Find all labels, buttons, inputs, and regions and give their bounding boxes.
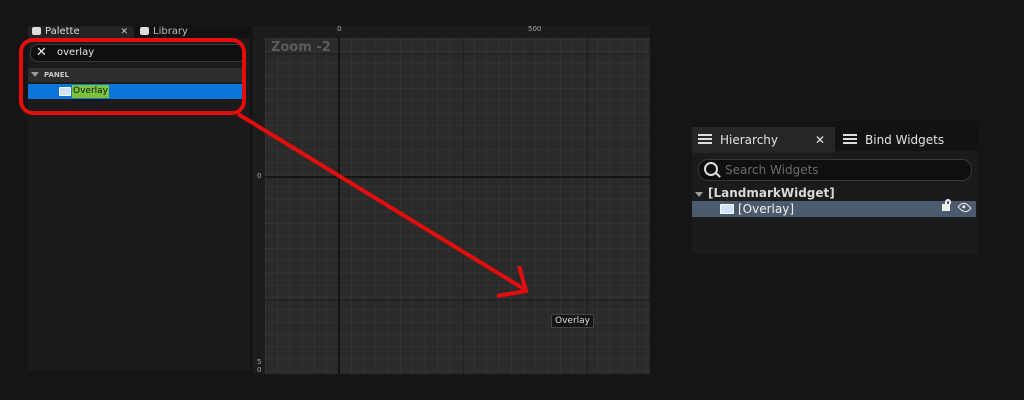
tab-hierarchy-label: Hierarchy [720,133,779,147]
tree-root-label: [LandmarkWidget] [708,186,835,200]
hierarchy-icon [698,134,712,145]
bind-widgets-icon [843,134,857,145]
hierarchy-search[interactable] [698,159,972,181]
hierarchy-tab-bar: Hierarchy ✕ Bind Widgets [692,121,978,153]
tree-child-label: [Overlay] [738,202,795,216]
eye-icon[interactable] [957,200,972,215]
search-widgets-input[interactable] [725,162,955,178]
close-icon[interactable]: ✕ [815,127,825,153]
unlock-icon[interactable] [942,199,951,211]
tree-item-overlay[interactable]: [Overlay] [692,199,976,217]
tab-bind-widgets[interactable]: Bind Widgets [837,127,977,153]
tab-bind-label: Bind Widgets [865,133,945,147]
overlay-widget-icon [720,204,734,214]
tab-hierarchy[interactable]: Hierarchy ✕ [692,127,835,153]
collapse-triangle-icon[interactable] [695,192,703,197]
hierarchy-panel: Hierarchy ✕ Bind Widgets [LandmarkWidget… [692,121,978,254]
tree-item-root[interactable]: [LandmarkWidget] [692,185,978,201]
search-icon [704,162,718,176]
